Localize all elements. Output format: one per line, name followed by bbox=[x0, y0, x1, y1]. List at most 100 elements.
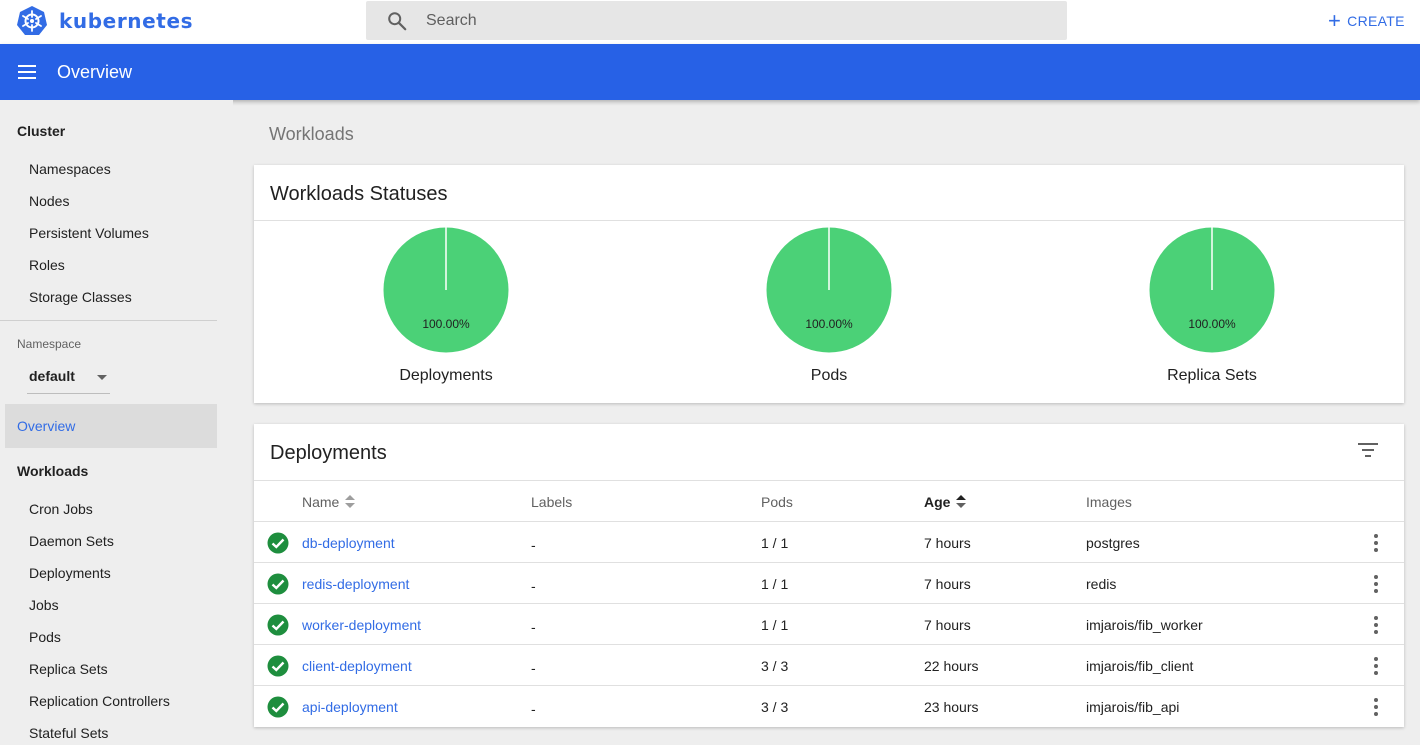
sidebar-item-daemon-sets[interactable]: Daemon Sets bbox=[29, 533, 114, 549]
more-vert-icon[interactable] bbox=[1370, 575, 1382, 593]
deployment-age: 7 hours bbox=[924, 576, 971, 592]
sidebar-item-namespaces[interactable]: Namespaces bbox=[29, 161, 111, 177]
create-button[interactable]: + CREATE bbox=[1328, 10, 1405, 32]
sidebar-section-cluster[interactable]: Cluster bbox=[17, 123, 65, 139]
deployment-pods: 3 / 3 bbox=[761, 658, 789, 674]
deployment-labels: - bbox=[531, 660, 536, 676]
column-header-name[interactable]: Name bbox=[302, 494, 356, 510]
column-header-pods: Pods bbox=[761, 494, 793, 510]
page-header: Overview bbox=[0, 44, 1420, 100]
column-header-age[interactable]: Age bbox=[924, 494, 967, 510]
deployment-images: postgres bbox=[1086, 535, 1140, 551]
card-divider bbox=[254, 480, 1404, 481]
filter-icon[interactable] bbox=[1358, 443, 1378, 459]
workloads-statuses-title: Workloads Statuses bbox=[270, 183, 448, 205]
deployment-pods: 3 / 3 bbox=[761, 699, 789, 715]
more-vert-icon[interactable] bbox=[1370, 616, 1382, 634]
search-bar[interactable] bbox=[366, 1, 1067, 40]
deployment-images: imjarois/fib_client bbox=[1086, 658, 1194, 674]
deployment-images: imjarois/fib_worker bbox=[1086, 617, 1203, 633]
deployment-name-link[interactable]: api-deployment bbox=[302, 699, 398, 715]
search-icon bbox=[388, 12, 407, 31]
namespace-value: default bbox=[29, 368, 75, 384]
deployment-labels: - bbox=[531, 619, 536, 635]
sidebar-item-persistent-volumes[interactable]: Persistent Volumes bbox=[29, 225, 149, 241]
table-row: worker-deployment - 1 / 1 7 hours imjaro… bbox=[254, 603, 1404, 644]
brand-name[interactable]: kubernetes bbox=[59, 9, 193, 33]
plus-icon: + bbox=[1328, 8, 1342, 33]
create-label: CREATE bbox=[1347, 13, 1405, 29]
sidebar-item-stateful-sets[interactable]: Stateful Sets bbox=[29, 725, 108, 741]
pie-deployments-graphic bbox=[383, 227, 509, 353]
sidebar-item-deployments[interactable]: Deployments bbox=[29, 565, 111, 581]
top-bar: kubernetes + CREATE bbox=[0, 0, 1420, 44]
kubernetes-logo-icon[interactable] bbox=[16, 5, 48, 37]
column-header-name-label: Name bbox=[302, 494, 340, 510]
check-circle-icon bbox=[267, 573, 289, 595]
pie-replica-sets-graphic bbox=[1149, 227, 1275, 353]
deployment-labels: - bbox=[531, 701, 536, 717]
column-header-age-label: Age bbox=[924, 494, 951, 510]
pie-pods-graphic bbox=[766, 227, 892, 353]
sidebar-item-storage-classes[interactable]: Storage Classes bbox=[29, 289, 132, 305]
sidebar: Cluster Namespaces Nodes Persistent Volu… bbox=[0, 100, 233, 745]
deployments-card: Deployments Name Labels Pods Age Images … bbox=[254, 424, 1404, 727]
sidebar-item-replica-sets[interactable]: Replica Sets bbox=[29, 661, 108, 677]
sidebar-item-overview-label: Overview bbox=[17, 418, 76, 434]
chevron-down-icon bbox=[97, 375, 107, 380]
deployment-age: 7 hours bbox=[924, 535, 971, 551]
sidebar-item-roles[interactable]: Roles bbox=[29, 257, 65, 273]
more-vert-icon[interactable] bbox=[1370, 534, 1382, 552]
deployment-labels: - bbox=[531, 537, 536, 553]
deployment-images: redis bbox=[1086, 576, 1117, 592]
sidebar-item-replication-controllers[interactable]: Replication Controllers bbox=[29, 693, 170, 709]
sidebar-divider bbox=[0, 320, 217, 321]
sidebar-item-jobs[interactable]: Jobs bbox=[29, 597, 59, 613]
namespace-label: Namespace bbox=[17, 337, 82, 351]
deployment-labels: - bbox=[531, 578, 536, 594]
deployment-pods: 1 / 1 bbox=[761, 576, 789, 592]
column-header-images: Images bbox=[1086, 494, 1132, 510]
sort-icon[interactable] bbox=[345, 495, 356, 509]
check-circle-icon bbox=[267, 696, 289, 718]
deployment-name-link[interactable]: worker-deployment bbox=[302, 617, 421, 633]
check-circle-icon bbox=[267, 532, 289, 554]
sidebar-section-workloads[interactable]: Workloads bbox=[17, 463, 88, 479]
deployment-age: 7 hours bbox=[924, 617, 971, 633]
sidebar-item-nodes[interactable]: Nodes bbox=[29, 193, 69, 209]
pie-chart-replica-sets: 100.00% Replica Sets bbox=[1112, 227, 1312, 397]
deployment-name-link[interactable]: db-deployment bbox=[302, 535, 395, 551]
pie-percent-label: 100.00% bbox=[1188, 317, 1236, 331]
sidebar-item-pods[interactable]: Pods bbox=[29, 629, 61, 645]
deployment-age: 23 hours bbox=[924, 699, 979, 715]
pie-percent-label: 100.00% bbox=[422, 317, 470, 331]
deployment-pods: 1 / 1 bbox=[761, 617, 789, 633]
card-divider bbox=[254, 220, 1404, 221]
pie-caption: Deployments bbox=[399, 367, 493, 384]
sort-icon[interactable] bbox=[956, 495, 967, 509]
search-input[interactable] bbox=[426, 1, 1046, 40]
table-row: redis-deployment - 1 / 1 7 hours redis bbox=[254, 562, 1404, 603]
column-header-labels: Labels bbox=[531, 494, 573, 510]
deployment-name-link[interactable]: client-deployment bbox=[302, 658, 412, 674]
table-row: client-deployment - 3 / 3 22 hours imjar… bbox=[254, 644, 1404, 685]
deployment-name-link[interactable]: redis-deployment bbox=[302, 576, 409, 592]
workloads-statuses-card: Workloads Statuses 100.00% Deployments 1… bbox=[254, 165, 1404, 403]
page-title: Overview bbox=[57, 62, 133, 82]
more-vert-icon[interactable] bbox=[1370, 657, 1382, 675]
deployment-images: imjarois/fib_api bbox=[1086, 699, 1180, 715]
more-vert-icon[interactable] bbox=[1370, 698, 1382, 716]
pie-caption: Pods bbox=[810, 367, 848, 384]
pie-caption: Replica Sets bbox=[1167, 367, 1257, 384]
pie-chart-pods: 100.00% Pods bbox=[729, 227, 929, 397]
check-circle-icon bbox=[267, 655, 289, 677]
menu-icon[interactable] bbox=[18, 65, 36, 79]
sidebar-item-overview[interactable]: Overview bbox=[5, 404, 217, 448]
table-row: api-deployment - 3 / 3 23 hours imjarois… bbox=[254, 685, 1404, 726]
table-row: db-deployment - 1 / 1 7 hours postgres bbox=[254, 521, 1404, 562]
deployments-title: Deployments bbox=[270, 442, 387, 464]
pie-chart-deployments: 100.00% Deployments bbox=[346, 227, 546, 397]
sidebar-item-cron-jobs[interactable]: Cron Jobs bbox=[29, 501, 93, 517]
namespace-select[interactable]: default bbox=[27, 364, 110, 394]
breadcrumb[interactable]: Workloads bbox=[269, 124, 354, 145]
